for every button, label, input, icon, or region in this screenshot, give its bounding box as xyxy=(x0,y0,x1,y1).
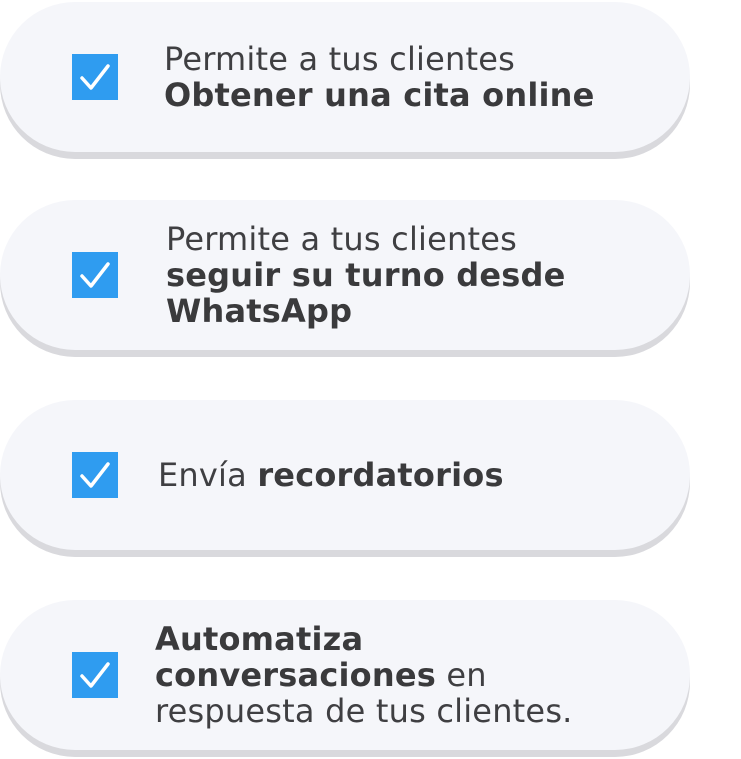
feature-intro: Envía xyxy=(158,456,258,494)
checkbox-checked-icon[interactable] xyxy=(72,252,118,298)
feature-highlight: seguir su turno desde xyxy=(166,256,566,294)
feature-line: conversaciones en xyxy=(155,657,675,693)
feature-text: Permite a tus clientes Obtener una cita … xyxy=(164,2,664,152)
feature-card-whatsapp-turn: Permite a tus clientes seguir su turno d… xyxy=(0,200,690,350)
feature-card-online-appointment: Permite a tus clientes Obtener una cita … xyxy=(0,2,690,152)
checkmark-icon xyxy=(80,64,110,90)
checkmark-icon xyxy=(80,262,110,288)
feature-suffix: en xyxy=(435,656,487,694)
feature-line: Envía recordatorios xyxy=(158,457,658,493)
checkmark-icon xyxy=(80,662,110,688)
feature-text: Envía recordatorios xyxy=(158,400,658,550)
feature-description: respuesta de tus clientes. xyxy=(155,692,573,730)
feature-card-automate-conversations: Automatiza conversaciones en respuesta d… xyxy=(0,600,690,750)
feature-highlight: recordatorios xyxy=(257,456,504,494)
feature-highlight: Automatiza xyxy=(155,620,364,658)
feature-highlight-continued: WhatsApp xyxy=(166,292,353,330)
checkbox-checked-icon[interactable] xyxy=(72,54,118,100)
feature-intro: Permite a tus clientes xyxy=(166,220,518,258)
feature-text: Automatiza conversaciones en respuesta d… xyxy=(155,600,675,750)
checkbox-checked-icon[interactable] xyxy=(72,652,118,698)
checkbox-checked-icon[interactable] xyxy=(72,452,118,498)
feature-intro: Permite a tus clientes xyxy=(164,40,516,78)
feature-card-reminders: Envía recordatorios xyxy=(0,400,690,550)
feature-highlight: Obtener una cita online xyxy=(164,76,595,114)
checkmark-icon xyxy=(80,462,110,488)
feature-highlight-continued: conversaciones xyxy=(155,656,436,694)
feature-text: Permite a tus clientes seguir su turno d… xyxy=(166,200,666,350)
